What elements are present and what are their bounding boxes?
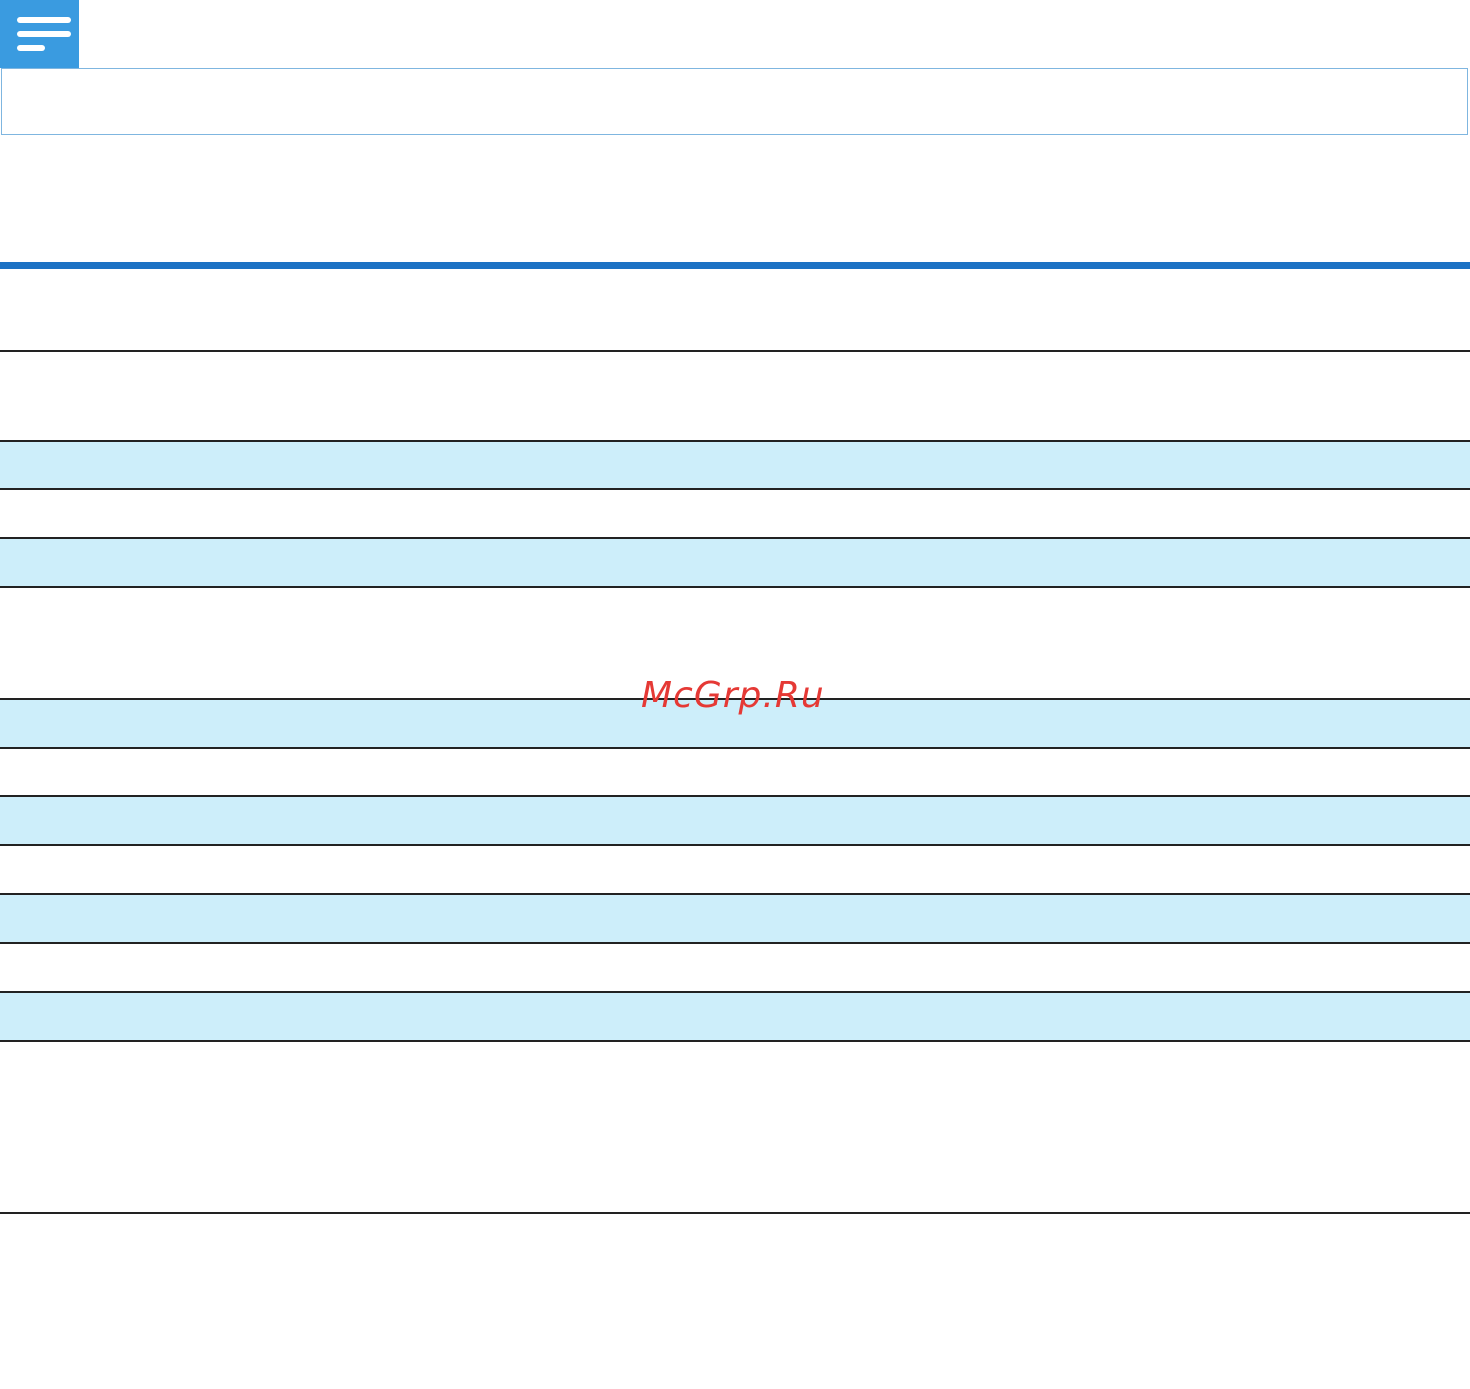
note-box bbox=[1, 68, 1468, 135]
table-row bbox=[0, 1040, 1470, 1214]
table-row bbox=[0, 795, 1470, 844]
table-row bbox=[0, 844, 1470, 893]
spec-table bbox=[0, 350, 1470, 1214]
table-row bbox=[0, 942, 1470, 991]
table-row bbox=[0, 991, 1470, 1040]
table-row bbox=[0, 747, 1470, 795]
table-row bbox=[0, 440, 1470, 488]
table-row bbox=[0, 537, 1470, 586]
section-divider bbox=[0, 262, 1470, 269]
table-row bbox=[0, 350, 1470, 440]
watermark-text: McGrp.Ru bbox=[641, 675, 825, 716]
table-row bbox=[0, 488, 1470, 537]
note-lines-icon bbox=[0, 0, 79, 68]
table-row bbox=[0, 893, 1470, 942]
